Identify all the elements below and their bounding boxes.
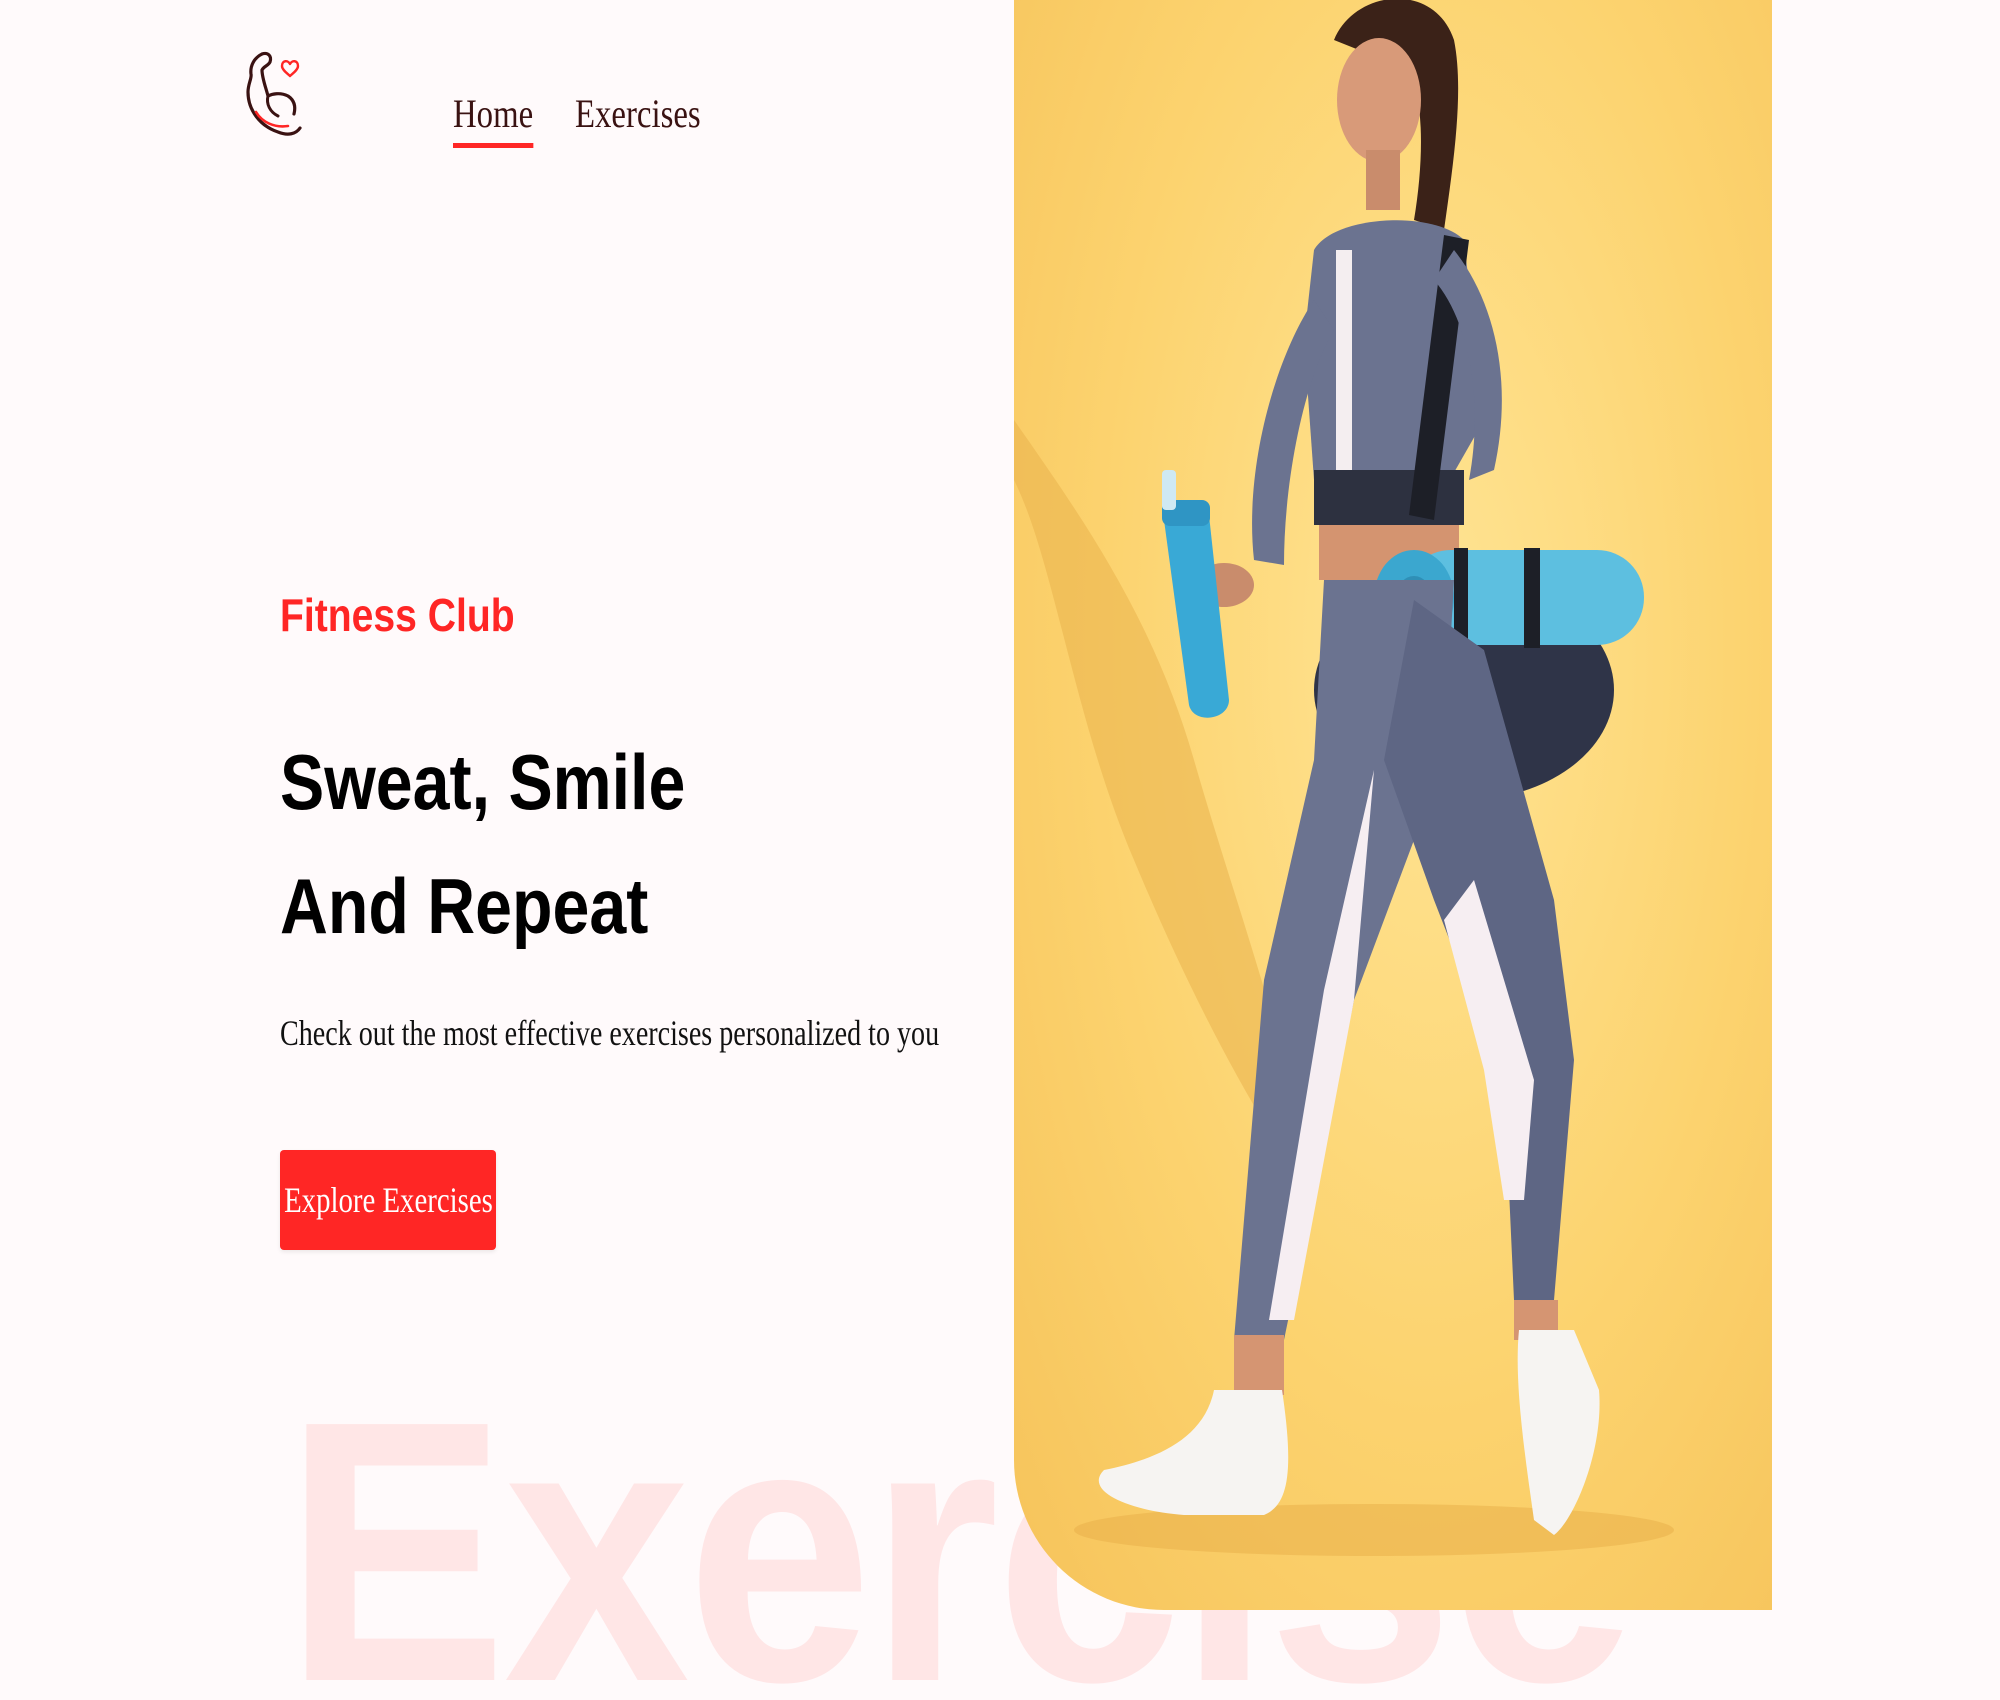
nav-link-home[interactable]: Home [453, 92, 533, 148]
nav-link-exercises[interactable]: Exercises [575, 92, 701, 144]
page: Home Exercises Fitness Club Sweat, Smile… [0, 0, 2000, 1700]
explore-exercises-button-label: Explore Exercises [283, 1180, 493, 1220]
hero-subtitle: Fitness Club [280, 589, 515, 641]
flexed-bicep-heart-icon[interactable] [244, 48, 302, 140]
hero-title-line-2: And Repeat [280, 862, 649, 950]
hero-description: Check out the most effective exercises p… [280, 1013, 940, 1053]
explore-exercises-button[interactable]: Explore Exercises [280, 1150, 496, 1250]
main-nav: Home Exercises [453, 92, 728, 148]
woman-with-gym-bag-photo [1014, 0, 1772, 1610]
hero-title-line-1: Sweat, Smile [280, 738, 686, 826]
hero-title: Sweat, Smile And Repeat [280, 720, 685, 968]
